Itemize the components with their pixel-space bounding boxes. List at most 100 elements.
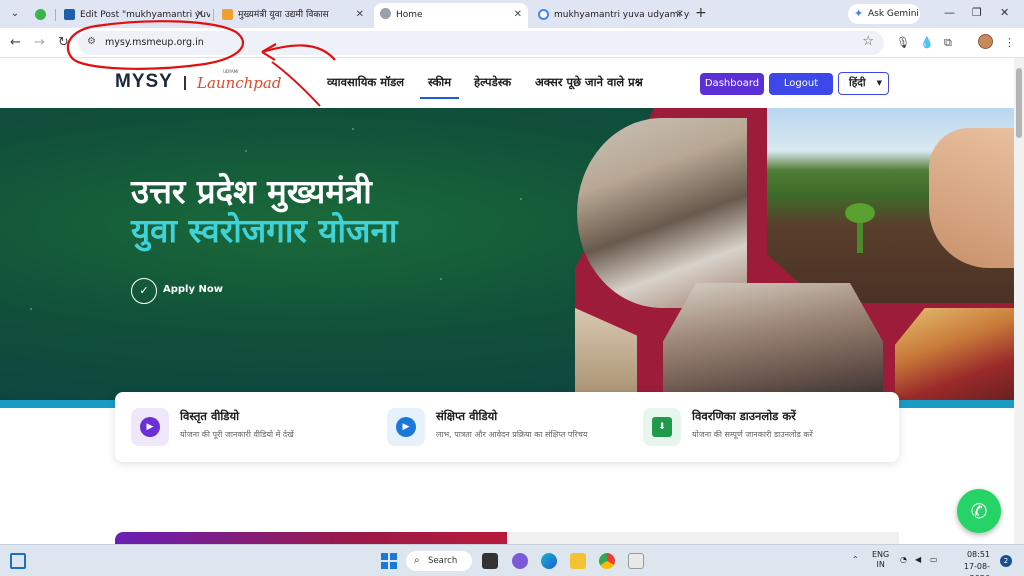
card-title: संक्षिप्त वीडियो bbox=[436, 409, 498, 423]
google-favicon-icon bbox=[538, 9, 549, 20]
tab-close-icon[interactable]: ✕ bbox=[676, 4, 684, 26]
whatsapp-chat-button[interactable]: ✆ bbox=[957, 489, 1001, 533]
widgets-icon[interactable] bbox=[10, 553, 26, 569]
ask-gemini-label: Ask Gemini bbox=[868, 9, 919, 19]
taskbar-clock[interactable]: 08:51 17-08-2026 bbox=[950, 549, 990, 576]
site-favicon-icon bbox=[222, 9, 233, 20]
wifi-icon[interactable]: ◔ bbox=[900, 555, 907, 564]
info-cards: ▶ विस्तृत वीडियो योजना की पूरी जानकारी व… bbox=[115, 392, 899, 462]
nav-helpdesk[interactable]: हेल्पडेस्क bbox=[474, 75, 511, 90]
hero-title-line2: युवा स्वरोजगार योजना bbox=[131, 211, 398, 250]
hero-banner: उत्तर प्रदेश मुख्यमंत्री युवा स्वरोजगार … bbox=[0, 108, 1014, 400]
task-view-icon[interactable] bbox=[482, 553, 498, 569]
language-select[interactable]: हिंदी ▼ bbox=[838, 72, 889, 95]
pdf-file-icon: ⬇ bbox=[652, 417, 672, 437]
taskbar-search[interactable]: ⌕ Search bbox=[406, 551, 472, 571]
chat-app-icon[interactable] bbox=[512, 553, 528, 569]
card-description: योजना की सम्पूर्ण जानकारी डाउनलोड करें bbox=[692, 430, 813, 439]
sparkle-decoration bbox=[245, 150, 247, 152]
tab-close-icon[interactable]: ✕ bbox=[196, 4, 204, 26]
dashboard-button[interactable]: Dashboard bbox=[700, 73, 764, 95]
tab-home[interactable]: Home ✕ bbox=[374, 3, 528, 28]
snipping-tool-icon[interactable] bbox=[628, 553, 644, 569]
browser-toolbar: ← → ↻ ⚙ mysy.msmeup.org.in ☆ 🎙 💧 ⧉ ⋮ bbox=[0, 28, 1024, 58]
tab-label: mukhyamantri yuva udyami yoj bbox=[554, 10, 690, 20]
clock-time: 08:51 bbox=[966, 550, 990, 559]
new-tab-plus-icon[interactable]: + bbox=[695, 5, 707, 21]
card-icon-bg: ▶ bbox=[387, 408, 425, 446]
card-detailed-video[interactable]: ▶ विस्तृत वीडियो योजना की पूरी जानकारी व… bbox=[115, 392, 365, 462]
input-language[interactable]: ENG IN bbox=[872, 550, 889, 570]
nav-faq[interactable]: अक्सर पूछे जाने वाले प्रश्न bbox=[535, 75, 643, 90]
card-title: विस्तृत वीडियो bbox=[180, 409, 240, 423]
back-arrow-icon[interactable]: ← bbox=[10, 35, 21, 50]
tray-chevron-up-icon[interactable]: ⌃ bbox=[852, 555, 859, 564]
nav-scheme[interactable]: स्कीम bbox=[419, 75, 460, 99]
next-section-panel bbox=[507, 532, 899, 544]
file-explorer-icon[interactable] bbox=[570, 553, 586, 569]
card-description: योजना की पूरी जानकारी वीडियो में देखें bbox=[180, 430, 294, 439]
speaker-icon[interactable]: ◀ bbox=[915, 555, 921, 564]
tab-pinned[interactable] bbox=[28, 4, 54, 26]
launchpad-logo[interactable]: Launchpad bbox=[197, 74, 281, 92]
chrome-icon[interactable] bbox=[599, 553, 615, 569]
edge-browser-icon[interactable] bbox=[541, 553, 557, 569]
scrollbar-thumb[interactable] bbox=[1016, 68, 1022, 138]
caret-down-icon: ▼ bbox=[876, 79, 882, 87]
tab-mukhyamantri[interactable]: मुख्यमंत्री युवा उद्यमी विकास ✕ bbox=[216, 4, 370, 26]
microphone-icon[interactable]: 🎙 bbox=[896, 36, 910, 49]
whatsapp-icon: ✆ bbox=[970, 499, 988, 523]
mysy-logo[interactable]: MYSY bbox=[115, 71, 173, 93]
card-icon-bg: ▶ bbox=[131, 408, 169, 446]
tab-search-chevron-icon[interactable]: ⌄ bbox=[6, 5, 24, 23]
nav-business-model[interactable]: व्यावसायिक मॉडल bbox=[327, 75, 404, 90]
card-brochure-download[interactable]: ⬇ विवरणिका डाउनलोड करें योजना की सम्पूर्… bbox=[627, 392, 877, 462]
tab-close-icon[interactable]: ✕ bbox=[356, 4, 364, 26]
tab-label: Edit Post "mukhyamantri yuva u bbox=[80, 10, 210, 20]
extensions-puzzle-icon[interactable]: ⧉ bbox=[944, 36, 952, 50]
lang-line2: IN bbox=[876, 560, 885, 569]
logo-divider bbox=[184, 76, 186, 90]
ask-gemini-button[interactable]: ✦ Ask Gemini bbox=[848, 4, 920, 24]
site-header: MYSY UDYAMI Launchpad व्यावसायिक मॉडल स्… bbox=[0, 58, 1024, 108]
address-bar[interactable]: ⚙ mysy.msmeup.org.in ☆ bbox=[78, 31, 884, 55]
extension-drop-icon[interactable]: 💧 bbox=[920, 36, 934, 49]
notification-badge[interactable]: 2 bbox=[1000, 555, 1012, 567]
site-info-icon[interactable]: ⚙ bbox=[87, 36, 96, 47]
students-photo bbox=[577, 118, 747, 308]
minimize-icon[interactable]: — bbox=[944, 6, 955, 19]
hero-photo-collage bbox=[575, 108, 1014, 400]
sparkle-decoration bbox=[440, 278, 442, 280]
next-section-banner bbox=[115, 532, 507, 544]
windows-start-icon[interactable] bbox=[381, 553, 397, 569]
tab-edit-post[interactable]: Edit Post "mukhyamantri yuva u ✕ bbox=[58, 4, 210, 26]
tab-google-search[interactable]: mukhyamantri yuva udyami yoj ✕ bbox=[532, 4, 690, 26]
battery-icon[interactable]: ▭ bbox=[930, 555, 938, 564]
url-text: mysy.msmeup.org.in bbox=[105, 37, 204, 48]
page-scrollbar[interactable] bbox=[1014, 58, 1024, 544]
apply-now-label: Apply Now bbox=[163, 284, 223, 295]
card-icon-bg: ⬇ bbox=[643, 408, 681, 446]
tab-separator bbox=[213, 9, 214, 21]
wordpress-favicon-icon bbox=[64, 9, 75, 20]
search-label: Search bbox=[428, 556, 458, 566]
lang-line1: ENG bbox=[872, 550, 890, 559]
play-circle-icon: ▶ bbox=[396, 417, 416, 437]
checkmark-circle-icon: ✓ bbox=[131, 278, 157, 304]
logout-button[interactable]: Logout bbox=[769, 73, 833, 95]
sparkle-decoration bbox=[520, 198, 522, 200]
menu-kebab-icon[interactable]: ⋮ bbox=[1004, 36, 1015, 49]
card-short-video[interactable]: ▶ संक्षिप्त वीडियो लाभ, पात्रता और आवेदन… bbox=[371, 392, 621, 462]
tab-label: Home bbox=[396, 10, 423, 20]
profile-avatar[interactable] bbox=[978, 34, 993, 49]
forward-arrow-icon[interactable]: → bbox=[34, 35, 45, 50]
bookmark-star-icon[interactable]: ☆ bbox=[862, 34, 874, 49]
tab-close-icon[interactable]: ✕ bbox=[514, 3, 522, 27]
tab-label: मुख्यमंत्री युवा उद्यमी विकास bbox=[238, 10, 329, 20]
restore-icon[interactable]: ❐ bbox=[972, 6, 982, 19]
sprout-leaf bbox=[845, 203, 875, 223]
hand-shape bbox=[929, 128, 1014, 268]
close-window-icon[interactable]: ✕ bbox=[1000, 6, 1009, 19]
reload-icon[interactable]: ↻ bbox=[58, 35, 69, 50]
logo-text: MYSY bbox=[115, 71, 173, 92]
